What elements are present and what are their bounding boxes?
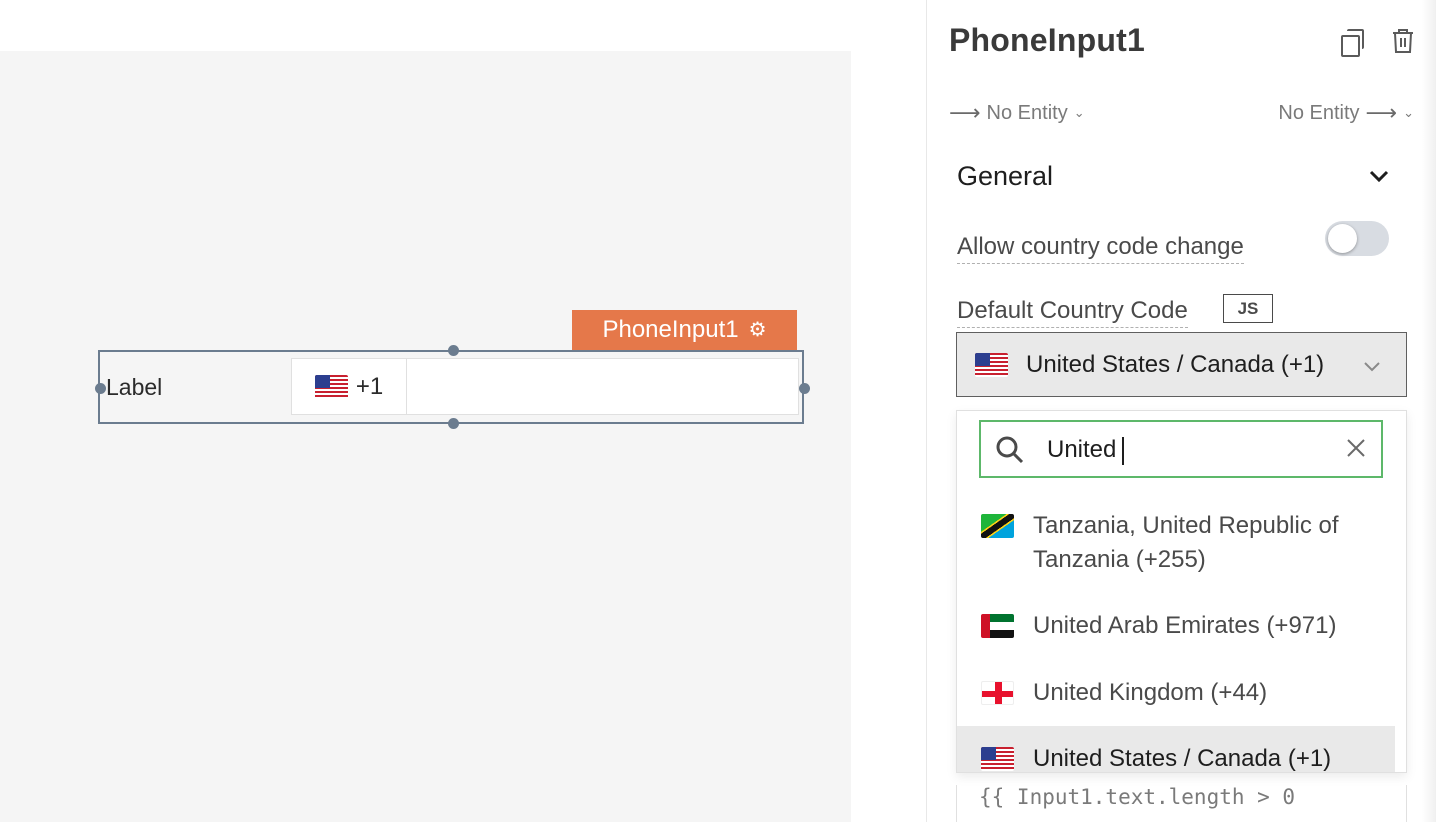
widget-label: Label [106, 374, 163, 400]
flag-us-icon [981, 747, 1014, 771]
resize-handle-left[interactable] [95, 383, 106, 394]
canvas-gutter [851, 0, 926, 822]
editor-canvas[interactable]: PhoneInput1 ⚙ Label +1 [0, 51, 851, 822]
country-option-label: United Arab Emirates (+971) [1033, 612, 1337, 639]
incoming-entity-selector[interactable]: ⟶ No Entity ⌄ [949, 100, 1085, 126]
allow-country-code-change-label: Allow country code change [957, 233, 1244, 264]
default-country-code-label: Default Country Code [957, 297, 1188, 328]
property-pane: PhoneInput1 ⟶ No Entity ⌄ No Entity ⟶ ⌄ … [927, 0, 1436, 822]
text-caret [1122, 436, 1125, 465]
phone-number-input[interactable] [407, 359, 798, 414]
gear-icon[interactable]: ⚙ [749, 320, 767, 340]
country-option[interactable]: Tanzania, United Republic of Tanzania (+2… [957, 509, 1395, 579]
flag-us-icon [314, 374, 348, 399]
phone-field[interactable]: +1 [291, 358, 799, 415]
toggle-knob [1328, 224, 1357, 253]
trash-icon[interactable] [1391, 28, 1415, 54]
default-country-code-select[interactable]: United States / Canada (+1) [956, 332, 1407, 397]
resize-handle-right[interactable] [799, 383, 810, 394]
country-option-selected[interactable]: United States / Canada (+1) [957, 726, 1395, 772]
search-query: United [1047, 436, 1125, 465]
chevron-down-icon [1362, 355, 1382, 375]
outgoing-entity-label: No Entity [1278, 101, 1360, 124]
outgoing-entity-selector[interactable]: No Entity ⟶ ⌄ [1278, 100, 1414, 126]
flag-tz-icon [981, 514, 1014, 538]
arrow-right-icon: ⟶ [949, 100, 981, 125]
country-option[interactable]: United Arab Emirates (+971) [957, 609, 1395, 643]
country-dropdown: United Tanzania, United Republic of Tanza… [956, 410, 1407, 773]
widget-name-label: PhoneInput1 [602, 316, 739, 343]
country-option-label: United Kingdom (+44) [1033, 679, 1268, 706]
country-option[interactable]: United Kingdom (+44) [957, 676, 1395, 710]
chevron-down-icon: ⌄ [1073, 105, 1085, 120]
country-search-input[interactable]: United [979, 420, 1383, 478]
section-general-title[interactable]: General [957, 161, 1053, 192]
pane-title[interactable]: PhoneInput1 [949, 22, 1145, 59]
flag-us-icon [975, 352, 1008, 377]
chevron-down-icon[interactable] [1367, 166, 1391, 186]
widget-name-tag[interactable]: PhoneInput1 ⚙ [572, 310, 797, 350]
chevron-down-icon: ⌄ [1403, 105, 1414, 120]
phone-input-widget[interactable]: Label +1 [98, 350, 804, 424]
arrow-right-icon: ⟶ [1365, 100, 1398, 125]
flag-ae-icon [981, 614, 1014, 638]
country-code-picker[interactable]: +1 [292, 359, 407, 414]
flag-gg-icon [981, 681, 1014, 705]
pane-scrollbar[interactable] [1422, 0, 1436, 822]
allow-country-code-change-toggle[interactable] [1325, 221, 1389, 256]
country-code-value: +1 [355, 372, 384, 400]
copy-icon[interactable] [1341, 29, 1364, 57]
selected-country: United States / Canada (+1) [1026, 350, 1325, 378]
js-toggle-button[interactable]: JS [1223, 294, 1273, 323]
country-option-label: Tanzania, United Republic of Tanzania (+2… [1033, 512, 1339, 573]
resize-handle-bottom[interactable] [448, 418, 459, 429]
resize-handle-top[interactable] [448, 345, 459, 356]
canvas-top-bar [0, 0, 851, 51]
incoming-entity-label: No Entity [986, 101, 1068, 124]
code-editor-peek[interactable]: {{ Input1.text.length > 0 [956, 785, 1407, 822]
country-option-label: United States / Canada (+1) [1033, 745, 1332, 772]
search-icon [995, 435, 1025, 465]
close-icon[interactable] [1345, 437, 1367, 459]
